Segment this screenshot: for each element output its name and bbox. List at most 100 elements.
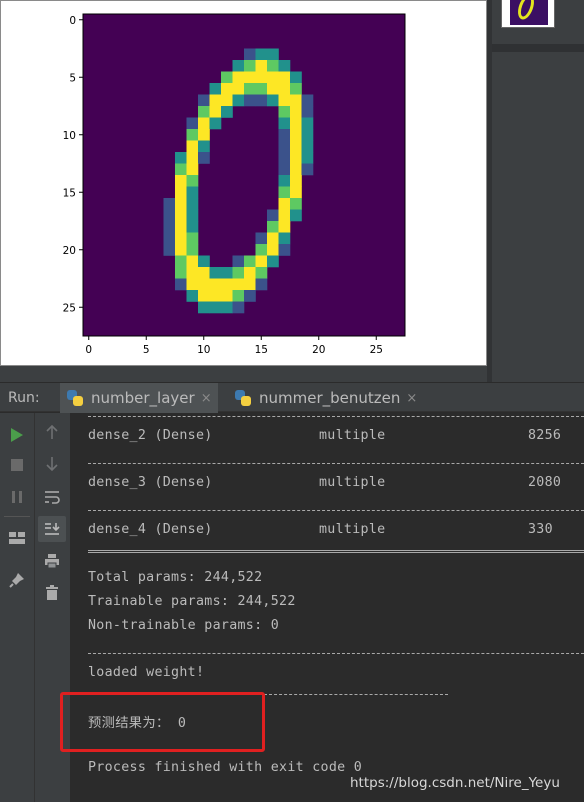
heatmap-pixel [267, 48, 279, 61]
stop-button[interactable] [5, 453, 29, 477]
tab-nummer-benutzen[interactable]: nummer_benutzen × [226, 383, 426, 413]
heatmap-pixel [232, 267, 245, 279]
heatmap-pixel [301, 94, 314, 107]
layer-name: dense_3 (Dense) [88, 475, 213, 490]
double-separator-line [88, 550, 584, 553]
heatmap-pixel [232, 83, 245, 95]
heatmap-pixel [232, 278, 245, 291]
heatmap-pixel [267, 244, 279, 256]
close-icon[interactable]: × [201, 391, 212, 406]
heatmap-pixel [175, 163, 187, 176]
heatmap-pixel [175, 175, 187, 187]
layout-button[interactable] [5, 526, 29, 550]
heatmap-pixel [290, 209, 302, 222]
heatmap-pixel [290, 106, 302, 118]
heatmap-pixel [198, 267, 210, 279]
close-icon[interactable]: × [406, 391, 417, 406]
heatmap-pixel [209, 117, 222, 130]
heatmap-pixel [186, 152, 199, 164]
heatmap-pixel [163, 209, 176, 222]
heatmap-pixel [278, 221, 291, 233]
heatmap-pixel [232, 71, 245, 84]
heatmap-pixel [186, 209, 199, 222]
soft-wrap-button[interactable] [40, 485, 64, 509]
heatmap-pixel [244, 255, 256, 268]
x-tick-label: 5 [143, 344, 150, 356]
heatmap-pixel [255, 244, 268, 256]
layer-name: dense_2 (Dense) [88, 428, 213, 443]
heatmap-pixel [278, 60, 291, 72]
plot-thumbnail-panel [492, 0, 584, 382]
heatmap-pixel [244, 48, 256, 61]
separator-line [88, 463, 584, 464]
wrap-icon [45, 491, 60, 504]
heatmap-pixel [175, 255, 187, 268]
heatmap-pixel [186, 117, 199, 130]
rerun-button[interactable] [5, 423, 29, 447]
y-tick-label: 15 [63, 187, 76, 199]
stop-icon [11, 459, 23, 471]
heatmap-pixel [290, 83, 302, 95]
pause-button[interactable] [5, 485, 29, 509]
heatmap-pixel [278, 106, 291, 118]
total-params: Total params: 244,522 [88, 570, 263, 585]
plot-thumbnail[interactable] [501, 0, 555, 28]
trainable-params: Trainable params: 244,522 [88, 594, 296, 609]
heatmap-pixel [232, 255, 245, 268]
heatmap-pixel [244, 94, 256, 107]
heatmap-pixel [186, 129, 199, 141]
heatmap-pixel [163, 198, 176, 210]
heatmap-pixel [163, 232, 176, 245]
heatmap-pixel [175, 186, 187, 199]
heatmap-pixel [244, 83, 256, 95]
heatmap-pixel [198, 278, 210, 291]
pin-button[interactable] [5, 568, 29, 592]
heatmap-pixel [209, 267, 222, 279]
digit-image-plot: 0 5 10 15 20 25 0 5 10 15 20 25 [63, 13, 406, 356]
scroll-to-end-button[interactable] [38, 516, 66, 542]
heatmap-pixel [198, 129, 210, 141]
heatmap-pixel [186, 255, 199, 268]
heatmap-pixel [209, 106, 222, 118]
output-shape: multiple [319, 428, 386, 443]
clear-all-button[interactable] [40, 581, 64, 605]
heatmap-pixel [186, 232, 199, 245]
heatmap-pixel [255, 267, 268, 279]
param-count: 330 [528, 522, 553, 537]
heatmap-pixel [198, 106, 210, 118]
print-button[interactable] [40, 549, 64, 573]
heatmap-pixel [267, 94, 279, 107]
heatmap-pixel [301, 140, 314, 153]
heatmap-pixel [290, 117, 302, 130]
heatmap-pixel [221, 267, 233, 279]
heatmap-pixel [209, 83, 222, 95]
heatmap-pixel [198, 255, 210, 268]
print-icon [45, 554, 59, 569]
heatmap-pixel [186, 221, 199, 233]
run-label: Run: [8, 390, 40, 406]
scroll-up-button[interactable] [40, 420, 64, 444]
heatmap-pixel [186, 163, 199, 176]
heatmap-pixel [267, 60, 279, 72]
heatmap-pixel [255, 278, 268, 291]
heatmap-pixel [175, 232, 187, 245]
heatmap-pixel [209, 290, 222, 302]
heatmap-pixel [290, 71, 302, 84]
heatmap-pixel [198, 94, 210, 107]
y-tick-label: 5 [69, 72, 76, 84]
heatmap-pixel [255, 71, 268, 84]
scroll-down-button[interactable] [40, 452, 64, 476]
heatmap-pixel [278, 244, 291, 256]
y-tick-label: 25 [63, 302, 76, 314]
heatmap-pixel [186, 140, 199, 153]
x-tick-label: 10 [197, 344, 210, 356]
y-tick-label: 20 [63, 245, 76, 257]
heatmap-pixel [290, 198, 302, 210]
heatmap-pixel [278, 175, 291, 187]
heatmap-pixel [278, 209, 291, 222]
y-tick-label: 10 [63, 130, 76, 142]
prediction-highlight-box [60, 692, 265, 752]
tab-number-layer[interactable]: number_layer × [60, 383, 218, 413]
heatmap-pixel [186, 186, 199, 199]
heatmap-pixel [186, 290, 199, 302]
